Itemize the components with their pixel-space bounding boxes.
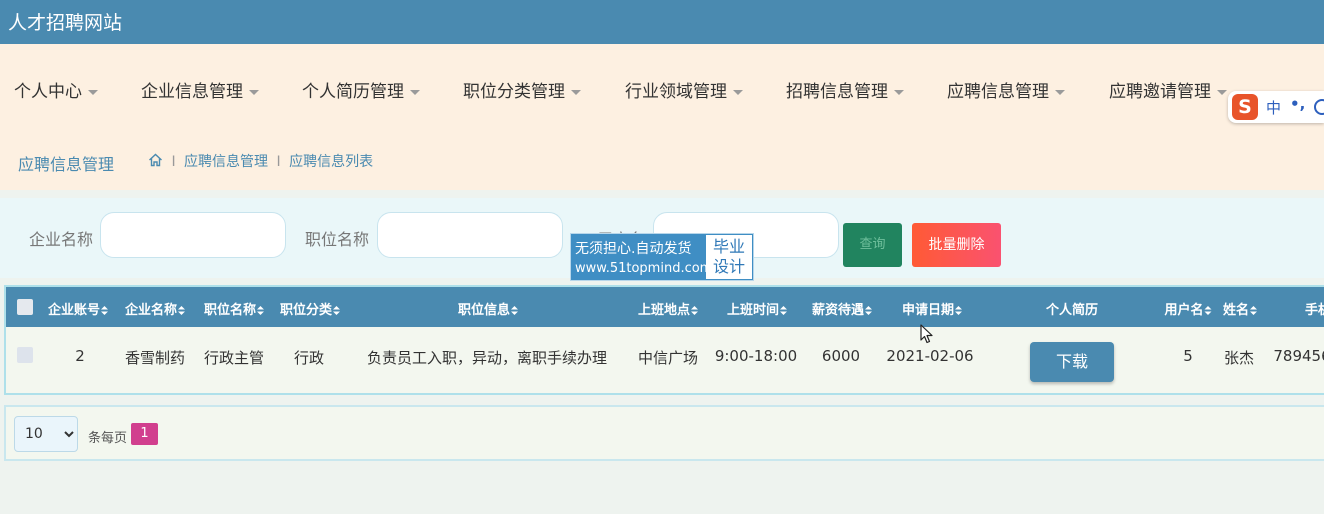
sort-icon bbox=[257, 306, 265, 315]
cell-work-location: 中信广场 bbox=[637, 349, 699, 367]
nav-label: 企业信息管理 bbox=[141, 82, 243, 102]
cell-username: 5 bbox=[1183, 347, 1193, 365]
breadcrumb-level2: 应聘信息列表 bbox=[289, 154, 374, 170]
nav-label: 个人简历管理 bbox=[302, 82, 404, 102]
breadcrumb-bar: 应聘信息管理 I 应聘信息管理 I 应聘信息列表 bbox=[0, 130, 1324, 190]
caret-down-icon bbox=[1217, 89, 1227, 95]
caret-down-icon bbox=[249, 89, 259, 95]
page-title: 应聘信息管理 bbox=[18, 155, 115, 174]
main-nav: 个人中心 企业信息管理 个人简历管理 职位分类管理 行业领域管理 招聘信息管理 … bbox=[0, 44, 1324, 130]
watermark-url: www.51topmind.com bbox=[575, 261, 713, 276]
download-resume-button[interactable]: 下载 bbox=[1030, 342, 1114, 382]
caret-down-icon bbox=[733, 89, 743, 95]
sogou-logo-icon: S bbox=[1232, 94, 1258, 120]
nav-label: 应聘邀请管理 bbox=[1109, 82, 1211, 102]
column-header[interactable]: 薪资待遇 bbox=[812, 299, 873, 318]
application-table: 企业账号 企业名称 职位名称 职位分类 职位信息 上班地点 上班时间 薪资待遇 … bbox=[4, 285, 1324, 395]
column-header[interactable]: 上班地点 bbox=[638, 299, 699, 318]
cell-position-category: 行政 bbox=[293, 349, 325, 367]
cell-work-hours: 9:00-18:00 bbox=[714, 347, 798, 365]
caret-down-icon bbox=[894, 89, 904, 95]
pagination: 10 条每页 1 bbox=[4, 405, 1324, 461]
column-header[interactable]: 职位分类 bbox=[280, 299, 341, 318]
page-number-current[interactable]: 1 bbox=[131, 423, 158, 445]
cell-apply-date: 2021-02-06 bbox=[886, 347, 974, 365]
nav-invitation[interactable]: 应聘邀请管理 bbox=[1109, 77, 1227, 102]
top-bar: 人才招聘网站 bbox=[0, 0, 1324, 44]
company-name-label: 企业名称 bbox=[29, 230, 94, 249]
cell-company-name: 香雪制药 bbox=[124, 349, 186, 367]
cell-salary: 6000 bbox=[821, 347, 861, 365]
ime-toolbar[interactable]: S 中 •, bbox=[1228, 91, 1324, 123]
nav-label: 行业领域管理 bbox=[625, 82, 727, 102]
sort-icon bbox=[780, 306, 788, 315]
sort-icon bbox=[955, 306, 963, 315]
nav-label: 个人中心 bbox=[14, 82, 82, 102]
column-header: 个人简历 bbox=[1045, 303, 1099, 318]
sort-icon bbox=[511, 306, 519, 315]
per-page-label: 条每页 bbox=[88, 431, 128, 446]
sort-icon bbox=[1250, 306, 1258, 315]
table-header: 企业账号 企业名称 职位名称 职位分类 职位信息 上班地点 上班时间 薪资待遇 … bbox=[6, 287, 1324, 327]
row-checkbox[interactable] bbox=[17, 347, 33, 363]
watermark-badge: 毕业 设计 bbox=[706, 235, 752, 279]
column-header[interactable]: 手机 bbox=[1305, 299, 1324, 318]
select-all-checkbox[interactable] bbox=[17, 299, 33, 315]
column-header[interactable]: 用户名 bbox=[1164, 299, 1212, 318]
breadcrumb-separator: I bbox=[276, 154, 281, 170]
sort-icon bbox=[691, 306, 699, 315]
cell-name: 张杰 bbox=[1223, 349, 1255, 367]
breadcrumb-level1[interactable]: 应聘信息管理 bbox=[184, 154, 268, 170]
sort-icon bbox=[101, 306, 109, 315]
nav-personal-center[interactable]: 个人中心 bbox=[14, 77, 98, 102]
nav-position-category[interactable]: 职位分类管理 bbox=[463, 77, 581, 102]
batch-delete-button[interactable]: 批量删除 bbox=[912, 223, 1001, 267]
nav-label: 招聘信息管理 bbox=[786, 82, 888, 102]
cell-phone: 789456 bbox=[1273, 347, 1324, 365]
caret-down-icon bbox=[571, 89, 581, 95]
nav-company-info[interactable]: 企业信息管理 bbox=[141, 77, 259, 102]
watermark-badge-line1: 毕业 bbox=[712, 237, 745, 256]
column-header[interactable]: 上班时间 bbox=[727, 299, 788, 318]
cell-position-info: 负责员工入职，异动，离职手续办理 bbox=[366, 349, 608, 367]
column-header[interactable]: 企业名称 bbox=[125, 299, 186, 318]
ime-punctuation[interactable]: •, bbox=[1290, 95, 1305, 113]
watermark-overlay: 无须担心.自动发货 www.51topmind.com 毕业 设计 bbox=[570, 233, 754, 281]
home-icon[interactable] bbox=[148, 153, 163, 167]
cell-position-name: 行政主管 bbox=[203, 349, 265, 367]
watermark-text: 无须担心.自动发货 bbox=[575, 241, 692, 257]
column-header[interactable]: 申请日期 bbox=[902, 299, 963, 318]
query-button[interactable]: 查询 bbox=[843, 223, 902, 267]
caret-down-icon bbox=[1055, 89, 1065, 95]
sort-icon bbox=[865, 306, 873, 315]
column-header[interactable]: 职位名称 bbox=[204, 299, 265, 318]
ime-emoji-icon[interactable] bbox=[1314, 99, 1324, 115]
caret-down-icon bbox=[410, 89, 420, 95]
column-header[interactable]: 姓名 bbox=[1223, 299, 1258, 318]
sort-icon bbox=[178, 306, 186, 315]
nav-label: 职位分类管理 bbox=[463, 82, 565, 102]
position-name-label: 职位名称 bbox=[305, 230, 370, 249]
watermark-badge-line2: 设计 bbox=[712, 257, 745, 276]
position-name-input[interactable] bbox=[377, 212, 563, 258]
column-header[interactable]: 职位信息 bbox=[458, 299, 519, 318]
nav-recruitment[interactable]: 招聘信息管理 bbox=[786, 77, 904, 102]
page-size-select[interactable]: 10 bbox=[14, 416, 78, 452]
cell-company-account: 2 bbox=[75, 347, 85, 365]
site-title: 人才招聘网站 bbox=[8, 12, 123, 34]
nav-label: 应聘信息管理 bbox=[947, 82, 1049, 102]
company-name-input[interactable] bbox=[100, 212, 286, 258]
mouse-cursor-icon bbox=[920, 324, 933, 344]
nav-industry[interactable]: 行业领域管理 bbox=[625, 77, 743, 102]
sort-icon bbox=[333, 306, 341, 315]
ime-mode[interactable]: 中 bbox=[1266, 97, 1281, 118]
sort-icon bbox=[1204, 306, 1212, 315]
column-header[interactable]: 企业账号 bbox=[48, 299, 109, 318]
breadcrumb: I 应聘信息管理 I 应聘信息列表 bbox=[148, 151, 373, 171]
nav-resume[interactable]: 个人简历管理 bbox=[302, 77, 420, 102]
caret-down-icon bbox=[88, 89, 98, 95]
nav-application[interactable]: 应聘信息管理 bbox=[947, 77, 1065, 102]
breadcrumb-separator: I bbox=[171, 154, 176, 170]
